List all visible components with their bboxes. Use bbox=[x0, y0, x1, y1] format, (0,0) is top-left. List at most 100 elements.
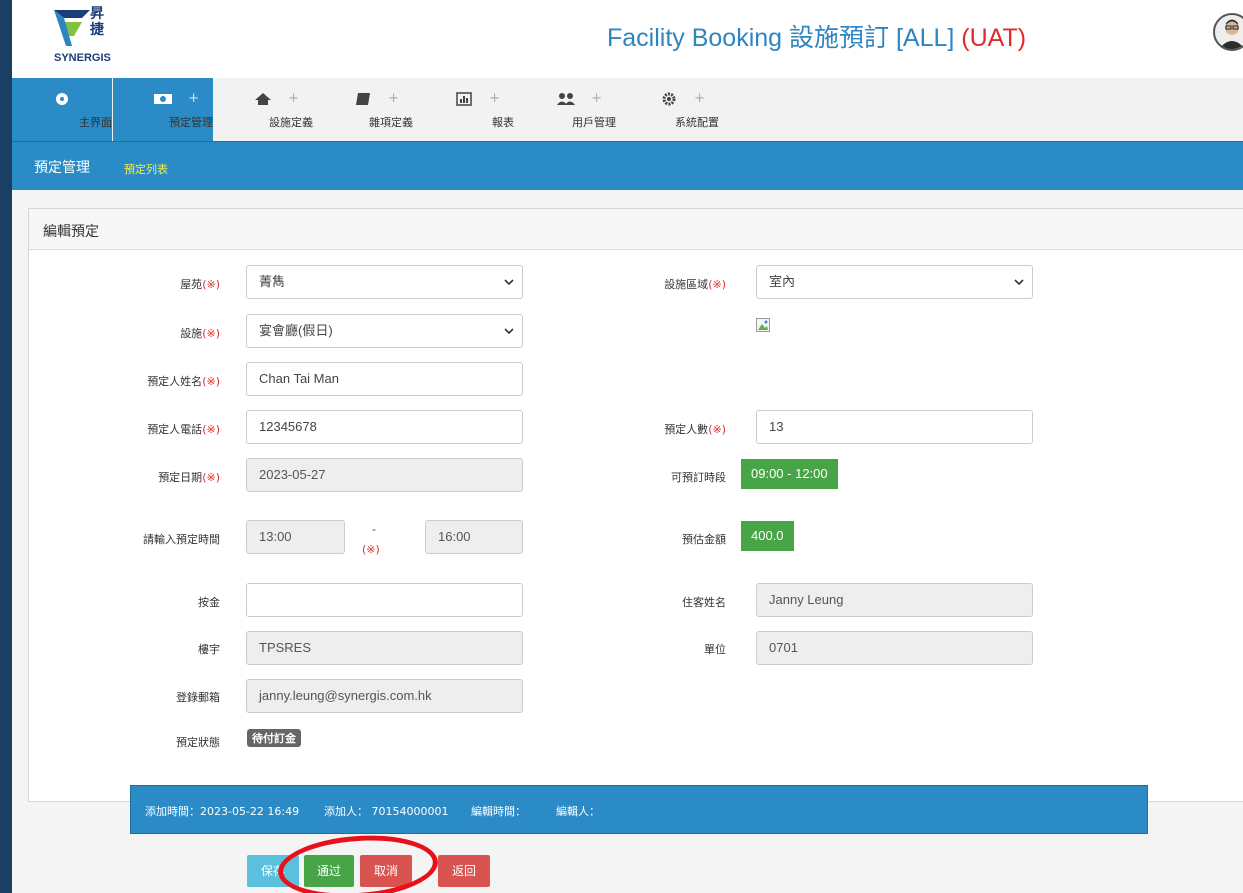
estate-select[interactable]: 菁雋 bbox=[246, 265, 523, 299]
synergis-logo[interactable]: 昇 捷 SYNERGIS bbox=[52, 6, 132, 66]
login-email-input[interactable]: janny.leung@synergis.com.hk bbox=[246, 679, 523, 713]
booking-date-value: 2023-05-27 bbox=[259, 467, 326, 482]
estimated-amount-label: 預估金額 bbox=[682, 533, 726, 546]
required-mark: (※) bbox=[202, 471, 220, 484]
deposit-input[interactable] bbox=[246, 583, 523, 617]
app-title-text: Facility Booking 設施預訂 [ALL] bbox=[607, 24, 955, 52]
booking-time-label: 請輸入預定時間 bbox=[143, 533, 220, 546]
unit-input[interactable]: 0701 bbox=[756, 631, 1033, 665]
time-end-input[interactable]: 16:00 bbox=[425, 520, 523, 554]
edit-booking-panel: 編輯預定 bbox=[28, 208, 1243, 802]
nav-item-report[interactable]: + 報表 bbox=[414, 78, 514, 141]
env-badge: (UAT) bbox=[961, 24, 1027, 52]
building-input[interactable]: TPSRES bbox=[246, 631, 523, 665]
login-email-value: janny.leung@synergis.com.hk bbox=[259, 688, 432, 703]
resident-name-value: Janny Leung bbox=[769, 592, 844, 607]
nav-item-facility[interactable]: + 設施定義 bbox=[213, 78, 313, 141]
logo-english-text: SYNERGIS bbox=[54, 52, 111, 64]
required-mark: (※) bbox=[202, 423, 220, 436]
time-end-value: 16:00 bbox=[438, 529, 471, 544]
breadcrumb: 預定管理 預定列表 bbox=[12, 141, 1243, 190]
added-time-text: 添加時間：2023-05-22 16:49 bbox=[145, 805, 300, 818]
booking-status-label: 預定狀態 bbox=[176, 736, 220, 749]
panel-header: 編輯預定 bbox=[29, 209, 1243, 250]
booker-phone-label-text: 預定人電話 bbox=[147, 423, 203, 436]
required-mark: (※) bbox=[708, 278, 726, 291]
nav-label: 系統配置 bbox=[675, 116, 719, 129]
booking-date-label: 預定日期(※) bbox=[122, 469, 220, 485]
booking-date-input[interactable]: 2023-05-27 bbox=[246, 458, 523, 492]
edited-by-text: 編輯人： bbox=[556, 805, 600, 818]
time-separator: - bbox=[372, 523, 376, 536]
chevron-down-icon bbox=[1014, 279, 1024, 286]
plus-icon: + bbox=[288, 91, 299, 106]
time-start-input[interactable]: 13:00 bbox=[246, 520, 345, 554]
required-mark: (※) bbox=[708, 423, 726, 436]
nav-label: 主界面 bbox=[79, 116, 112, 129]
nav-item-misc[interactable]: + 雜項定義 bbox=[313, 78, 413, 141]
app-frame: 昇 捷 SYNERGIS Facility Booking 設施預訂 [ALL]… bbox=[12, 0, 1243, 893]
facility-label-text: 設施 bbox=[180, 327, 203, 340]
nav-label: 預定管理 bbox=[169, 116, 213, 129]
estate-label: 屋苑(※) bbox=[132, 276, 220, 292]
people-count-value: 13 bbox=[769, 419, 784, 434]
people-count-input[interactable]: 13 bbox=[756, 410, 1033, 444]
required-mark: (※) bbox=[202, 327, 220, 340]
area-label-text: 設施區域 bbox=[664, 278, 709, 291]
booker-name-value: Chan Tai Man bbox=[259, 371, 339, 386]
facility-value: 宴會廳(假日) bbox=[259, 323, 333, 338]
booker-name-input[interactable]: Chan Tai Man bbox=[246, 362, 523, 396]
status-badge: 待付訂金 bbox=[247, 729, 301, 747]
nav-label: 設施定義 bbox=[269, 116, 313, 129]
available-slot-chip[interactable]: 09:00 - 12:00 bbox=[741, 459, 838, 489]
booker-phone-value: 12345678 bbox=[259, 419, 317, 434]
area-value: 室內 bbox=[769, 274, 796, 289]
back-button[interactable]: 返回 bbox=[438, 855, 490, 887]
breadcrumb-section: 預定管理 bbox=[34, 160, 90, 176]
user-avatar[interactable] bbox=[1213, 13, 1243, 51]
logo-mark-icon bbox=[54, 10, 90, 46]
nav-label: 報表 bbox=[492, 116, 514, 129]
annotation-circle bbox=[276, 830, 440, 893]
audit-info-bar: 添加時間：2023-05-22 16:49 添加人： 70154000001 編… bbox=[130, 785, 1148, 834]
login-email-label: 登錄郵箱 bbox=[176, 691, 220, 704]
nav-item-users[interactable]: + 用戶管理 bbox=[516, 78, 616, 141]
chevron-down-icon bbox=[504, 279, 514, 286]
breadcrumb-link-list[interactable]: 預定列表 bbox=[124, 161, 168, 177]
broken-image-icon bbox=[756, 318, 770, 332]
added-by-text: 添加人： 70154000001 bbox=[324, 805, 449, 818]
user-avatar-icon bbox=[1219, 19, 1243, 49]
unit-value: 0701 bbox=[769, 640, 798, 655]
required-mark: (※) bbox=[202, 375, 220, 388]
estate-value: 菁雋 bbox=[259, 274, 286, 289]
people-count-label-text: 預定人數 bbox=[664, 423, 709, 436]
people-count-label: 預定人數(※) bbox=[632, 421, 726, 437]
facility-select[interactable]: 宴會廳(假日) bbox=[246, 314, 523, 348]
nav-label: 用戶管理 bbox=[572, 116, 616, 129]
booker-name-label-text: 預定人姓名 bbox=[147, 375, 203, 388]
available-slot-label: 可預訂時段 bbox=[671, 471, 726, 484]
resident-name-input[interactable]: Janny Leung bbox=[756, 583, 1033, 617]
required-mark: (※) bbox=[362, 543, 380, 556]
facility-label: 設施(※) bbox=[132, 325, 220, 341]
dashboard-icon bbox=[56, 93, 68, 105]
area-select[interactable]: 室內 bbox=[756, 265, 1033, 299]
required-mark: (※) bbox=[202, 278, 220, 291]
plus-icon: + bbox=[388, 91, 399, 106]
plus-icon: + bbox=[591, 91, 602, 106]
nav-item-settings[interactable]: + 系統配置 bbox=[619, 78, 719, 141]
panel-title: 編輯預定 bbox=[43, 224, 99, 240]
booker-name-label: 預定人姓名(※) bbox=[122, 373, 220, 389]
main-nav: 主界面 + 預定管理 + 設施定義 + 雜項定義 + 報表 + 用戶管理 + 系… bbox=[12, 78, 1243, 141]
unit-label: 單位 bbox=[704, 643, 726, 656]
nav-item-booking[interactable]: + 預定管理 bbox=[113, 78, 213, 141]
booker-phone-input[interactable]: 12345678 bbox=[246, 410, 523, 444]
top-header: 昇 捷 SYNERGIS Facility Booking 設施預訂 [ALL]… bbox=[12, 0, 1243, 78]
plus-icon: + bbox=[489, 91, 500, 106]
booker-phone-label: 預定人電話(※) bbox=[122, 421, 220, 437]
nav-item-dashboard[interactable]: 主界面 bbox=[12, 78, 112, 141]
plus-icon: + bbox=[188, 91, 199, 106]
estimated-amount-chip: 400.0 bbox=[741, 521, 794, 551]
time-start-value: 13:00 bbox=[259, 529, 292, 544]
resident-name-label: 住客姓名 bbox=[682, 596, 726, 609]
